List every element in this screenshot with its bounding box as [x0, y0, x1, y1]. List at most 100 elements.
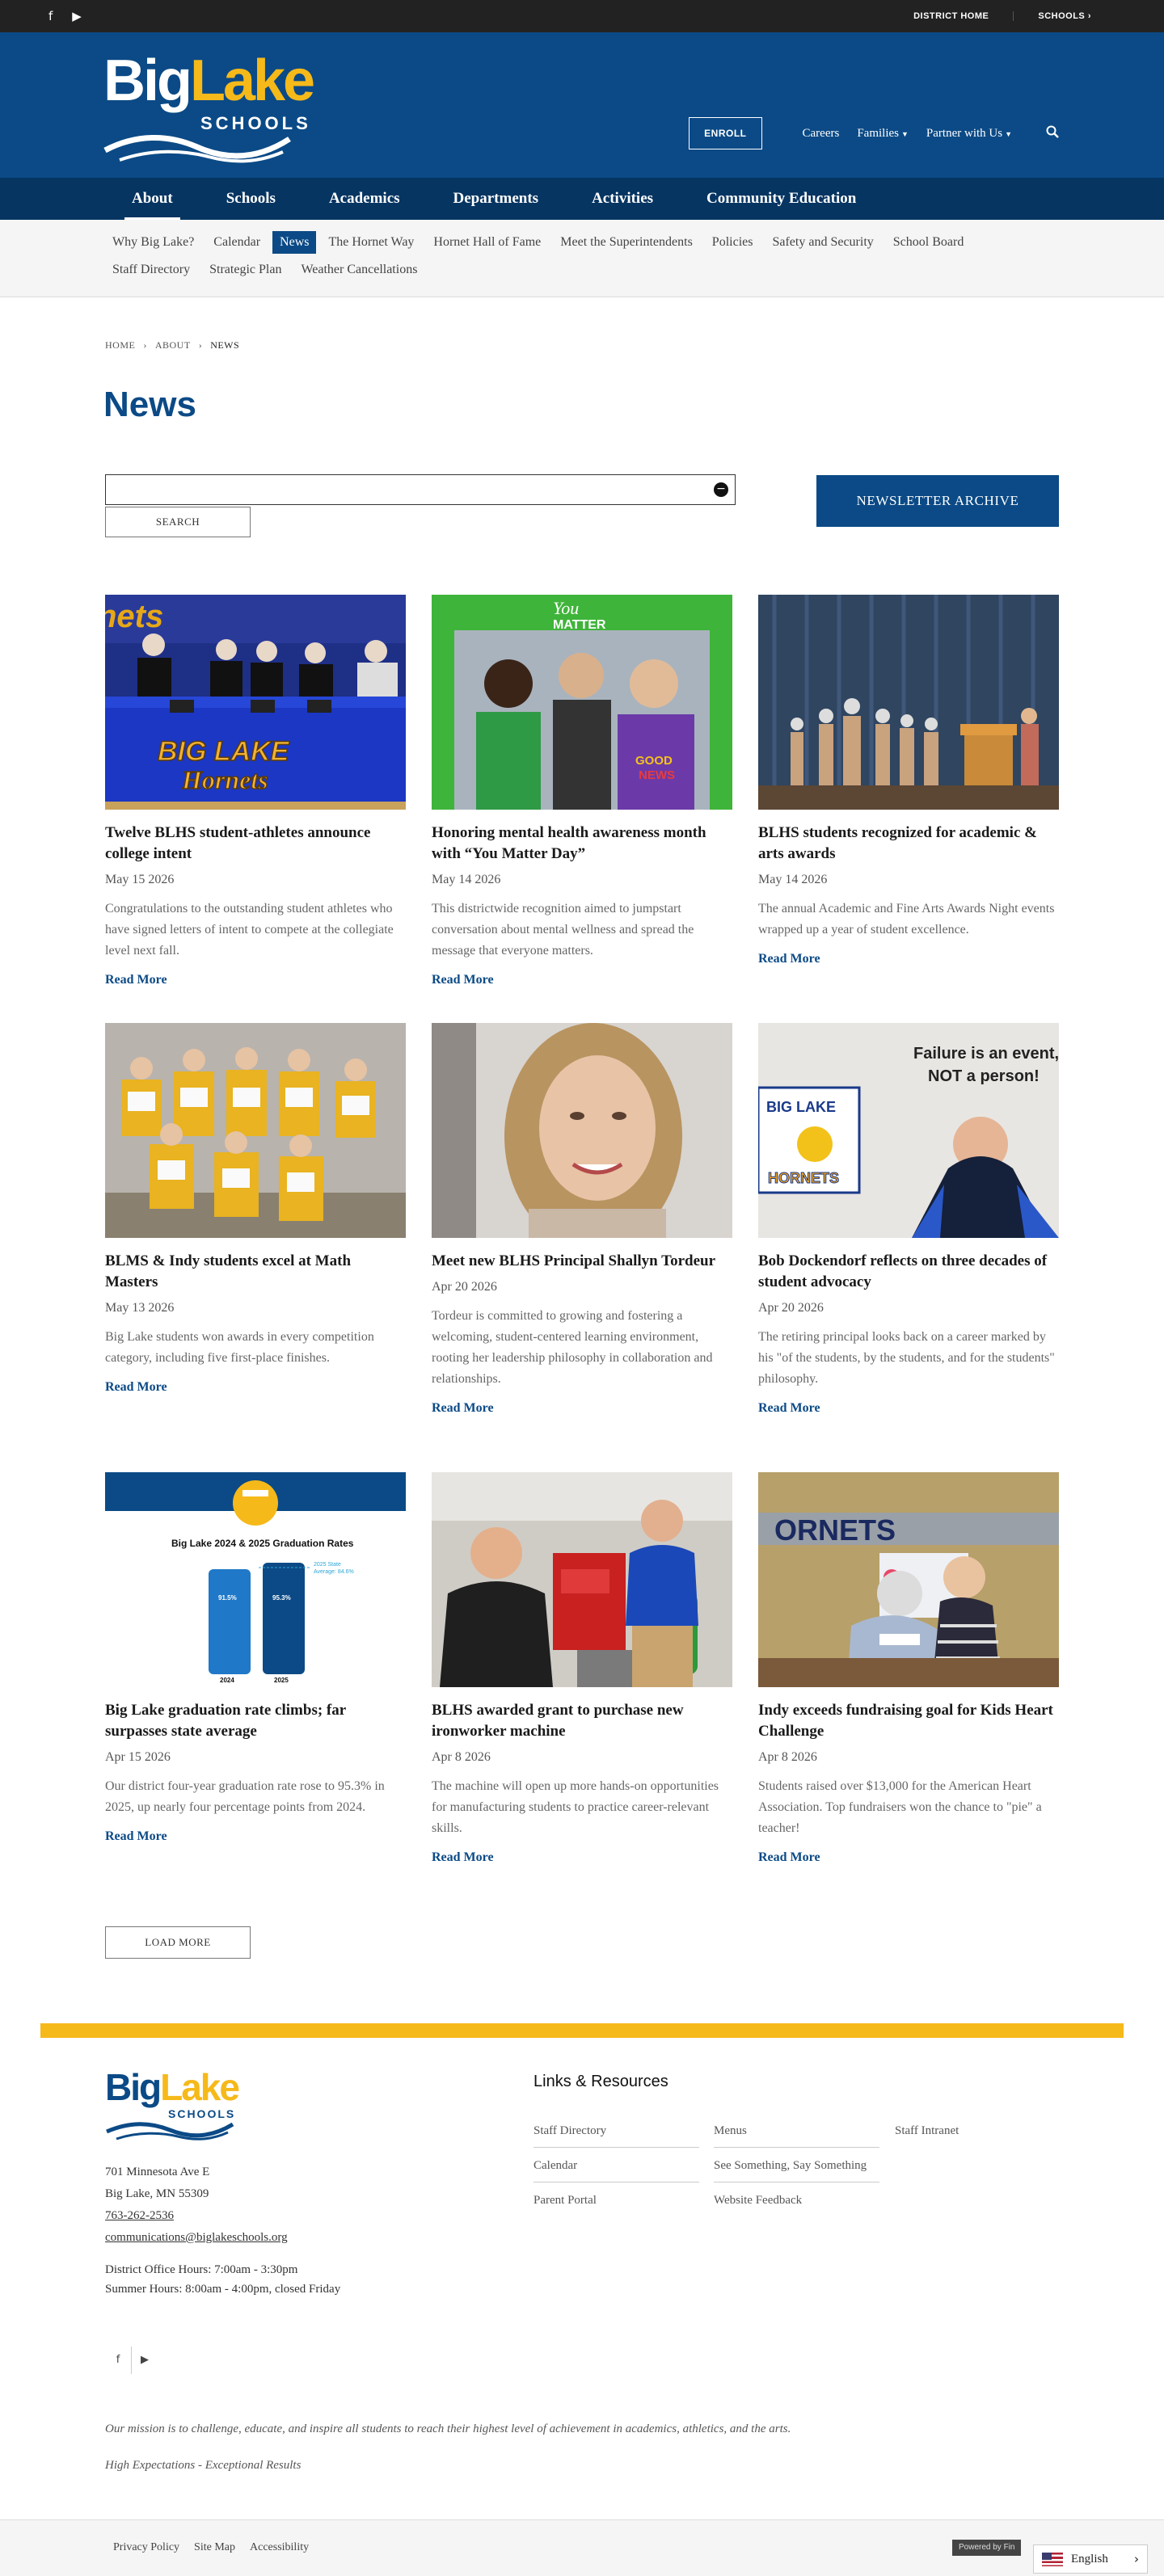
subnav-superintendents[interactable]: Meet the Superintendents — [553, 231, 700, 254]
nav-community-education[interactable]: Community Education — [680, 178, 883, 220]
svg-text:91.5%: 91.5% — [218, 1594, 237, 1602]
news-title[interactable]: Big Lake graduation rate climbs; far sur… — [105, 1700, 406, 1742]
read-more-link[interactable]: Read More — [758, 1850, 1059, 1865]
news-image[interactable] — [758, 595, 1059, 810]
svg-text:2025 State: 2025 State — [314, 1562, 341, 1568]
svg-text:Hornets: Hornets — [181, 765, 268, 794]
footer-address: 701 Minnesota Ave E Big Lake, MN 55309 7… — [105, 2161, 288, 2249]
powered-by-badge[interactable]: Powered by Fin — [952, 2540, 1022, 2556]
news-image[interactable]: ORNETS — [758, 1472, 1059, 1687]
subnav-staff-directory[interactable]: Staff Directory — [105, 259, 197, 281]
clear-icon[interactable]: − — [714, 482, 728, 497]
footer-logo[interactable]: BigLake SCHOOLS — [105, 2066, 240, 2141]
office-hours: District Office Hours: 7:00am - 3:30pm S… — [105, 2260, 340, 2299]
news-card: Failure is an event, NOT a person! BIG L… — [758, 1023, 1059, 1416]
news-title[interactable]: Meet new BLHS Principal Shallyn Tordeur — [432, 1251, 732, 1272]
breadcrumb-about[interactable]: ABOUT — [155, 339, 191, 351]
subnav-safety[interactable]: Safety and Security — [765, 231, 880, 254]
top-utility-bar: f ▶ DISTRICT HOME SCHOOLS › — [0, 0, 1164, 32]
subnav-why-big-lake[interactable]: Why Big Lake? — [105, 231, 201, 254]
news-summary: Our district four-year graduation rate r… — [105, 1779, 385, 1814]
nav-activities[interactable]: Activities — [565, 178, 680, 220]
news-search-input[interactable] — [106, 475, 735, 504]
address-line-1: 701 Minnesota Ave E — [105, 2166, 210, 2178]
read-more-link[interactable]: Read More — [758, 1401, 1059, 1416]
footer-link-parent-portal[interactable]: Parent Portal — [534, 2187, 699, 2216]
chevron-right-icon: › — [1134, 2552, 1139, 2566]
news-image[interactable] — [105, 1023, 406, 1238]
nav-academics[interactable]: Academics — [302, 178, 427, 220]
load-more-button[interactable]: LOAD MORE — [105, 1926, 251, 1959]
news-date: Apr 8 2026 — [758, 1750, 817, 1764]
privacy-policy-link[interactable]: Privacy Policy — [113, 2541, 179, 2554]
news-image[interactable] — [432, 1472, 732, 1687]
nav-about[interactable]: About — [105, 178, 200, 220]
news-image[interactable]: You MATTER GOOD NEWS — [432, 595, 732, 810]
news-title[interactable]: Indy exceeds fundraising goal for Kids H… — [758, 1700, 1059, 1742]
footer-link-staff-intranet[interactable]: Staff Intranet — [895, 2118, 1061, 2147]
footer-link-calendar[interactable]: Calendar — [534, 2153, 699, 2182]
read-more-link[interactable]: Read More — [432, 1850, 732, 1865]
footer-link-menus[interactable]: Menus — [714, 2118, 879, 2148]
footer-logo-big: Big — [105, 2066, 162, 2108]
subnav-weather[interactable]: Weather Cancellations — [293, 259, 424, 281]
email-link[interactable]: communications@biglakeschools.org — [105, 2231, 288, 2244]
news-image[interactable]: Failure is an event, NOT a person! BIG L… — [758, 1023, 1059, 1238]
subnav-policies[interactable]: Policies — [705, 231, 761, 254]
families-dropdown[interactable]: Families ▼ — [857, 127, 909, 141]
search-button[interactable]: SEARCH — [105, 507, 251, 537]
news-title[interactable]: Honoring mental health awareness month w… — [432, 823, 732, 865]
footer-link-see-something[interactable]: See Something, Say Something — [714, 2153, 879, 2182]
facebook-icon[interactable]: f — [105, 2347, 131, 2373]
news-image[interactable]: Big Lake 2024 & 2025 Graduation Rates 91… — [105, 1472, 406, 1687]
news-title[interactable]: Bob Dockendorf reflects on three decades… — [758, 1251, 1059, 1293]
breadcrumb-home[interactable]: HOME — [105, 339, 135, 351]
news-date: May 13 2026 — [105, 1301, 175, 1315]
subnav-school-board[interactable]: School Board — [886, 231, 972, 254]
svg-text:GOOD: GOOD — [635, 754, 673, 768]
footer-link-staff-directory[interactable]: Staff Directory — [534, 2118, 699, 2148]
phone-link[interactable]: 763-262-2536 — [105, 2209, 174, 2222]
youtube-icon[interactable]: ▶ — [132, 2347, 158, 2373]
youtube-icon[interactable]: ▶ — [72, 9, 82, 23]
facebook-icon[interactable]: f — [48, 9, 53, 23]
subnav-hall-of-fame[interactable]: Hornet Hall of Fame — [426, 231, 548, 254]
news-card: BLHS awarded grant to purchase new ironw… — [432, 1472, 732, 1865]
news-title[interactable]: BLMS & Indy students excel at Math Maste… — [105, 1251, 406, 1293]
language-selector[interactable]: English › — [1033, 2544, 1148, 2574]
news-title[interactable]: BLHS students recognized for academic & … — [758, 823, 1059, 865]
search-icon[interactable] — [1046, 125, 1059, 142]
nav-schools[interactable]: Schools — [200, 178, 302, 220]
caret-down-icon: ▼ — [1005, 129, 1012, 138]
subnav-hornet-way[interactable]: The Hornet Way — [321, 231, 421, 254]
news-search-box: − — [105, 474, 736, 505]
footer-link-website-feedback[interactable]: Website Feedback — [714, 2187, 879, 2216]
families-label: Families — [857, 126, 899, 140]
site-logo[interactable]: BigLake SCHOOLS — [103, 52, 315, 165]
partner-dropdown[interactable]: Partner with Us ▼ — [926, 127, 1012, 141]
signing-banner-text: BIG LAKE — [158, 736, 290, 767]
careers-link[interactable]: Careers — [803, 127, 840, 141]
subnav-calendar[interactable]: Calendar — [206, 231, 268, 254]
enroll-button[interactable]: ENROLL — [689, 117, 762, 149]
news-title[interactable]: BLHS awarded grant to purchase new ironw… — [432, 1700, 732, 1742]
subnav-news[interactable]: News — [272, 231, 317, 254]
district-home-link[interactable]: DISTRICT HOME — [889, 11, 1014, 21]
news-image[interactable]: nets BIG LAKE Hornets — [105, 595, 406, 810]
read-more-link[interactable]: Read More — [105, 973, 406, 987]
news-image[interactable] — [432, 1023, 732, 1238]
read-more-link[interactable]: Read More — [758, 952, 1059, 966]
read-more-link[interactable]: Read More — [105, 1380, 406, 1395]
news-summary: The annual Academic and Fine Arts Awards… — [758, 902, 1055, 937]
schools-dropdown[interactable]: SCHOOLS › — [1014, 11, 1116, 21]
subnav-strategic-plan[interactable]: Strategic Plan — [202, 259, 289, 281]
top-links: DISTRICT HOME SCHOOLS › — [889, 11, 1116, 21]
read-more-link[interactable]: Read More — [105, 1829, 406, 1844]
news-title[interactable]: Twelve BLHS student-athletes announce co… — [105, 823, 406, 865]
newsletter-archive-button[interactable]: NEWSLETTER ARCHIVE — [816, 475, 1059, 527]
site-map-link[interactable]: Site Map — [194, 2541, 235, 2554]
accessibility-link[interactable]: Accessibility — [250, 2541, 309, 2554]
read-more-link[interactable]: Read More — [432, 1401, 732, 1416]
read-more-link[interactable]: Read More — [432, 973, 732, 987]
nav-departments[interactable]: Departments — [427, 178, 566, 220]
